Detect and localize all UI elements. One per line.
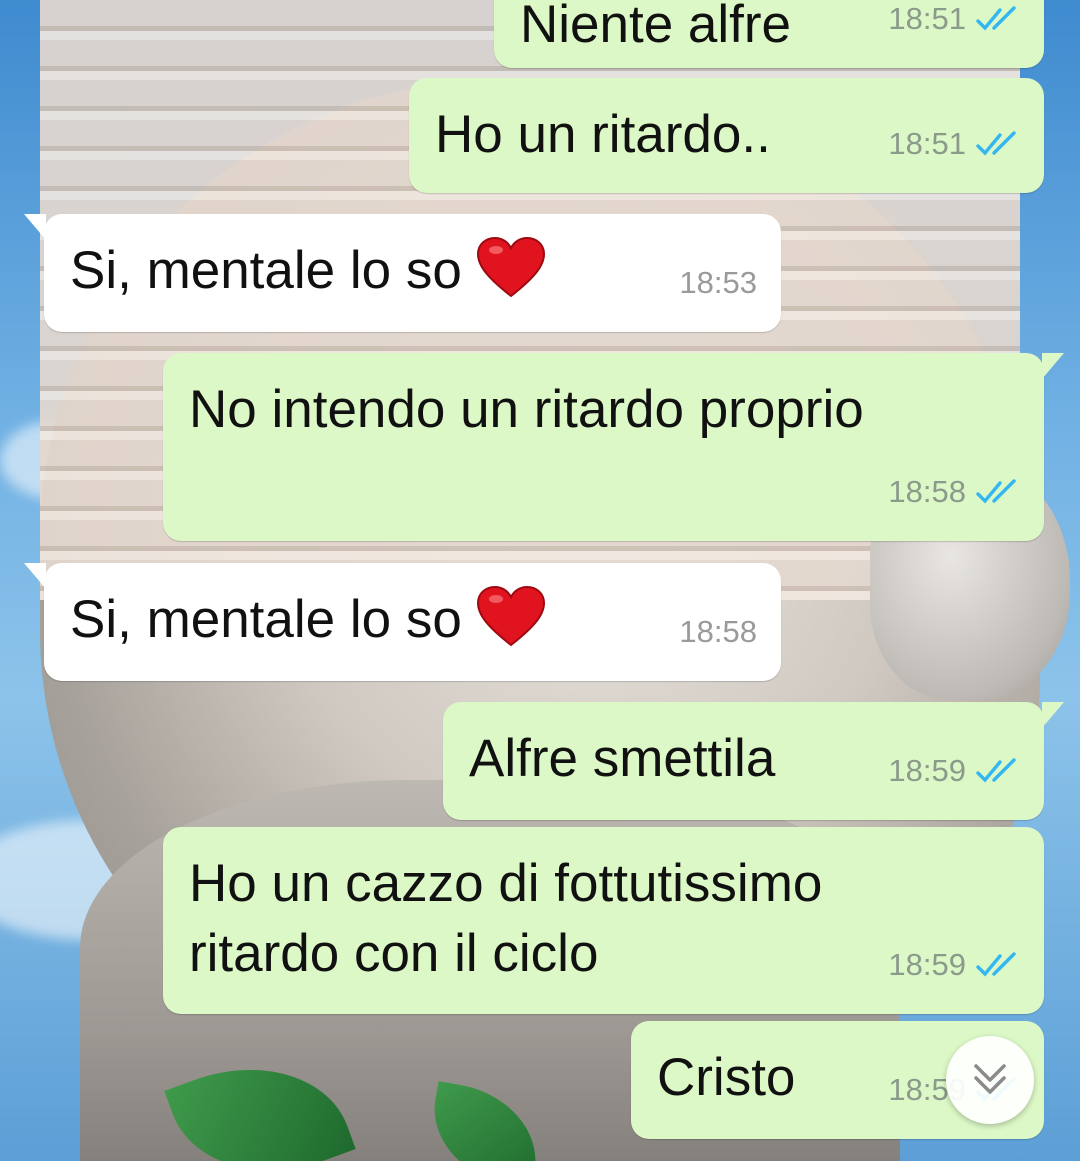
double-check-icon <box>976 6 1016 31</box>
message-incoming[interactable]: Si, mentale lo so 18:58 <box>24 563 781 681</box>
message-outgoing[interactable]: Alfre smettila 18:59 <box>443 702 1064 820</box>
message-text: No intendo un ritardo proprio <box>189 380 864 439</box>
message-outgoing[interactable]: Ho un ritardo.. 18:51 <box>409 78 1044 193</box>
message-incoming[interactable]: Si, mentale lo so 18:53 <box>24 214 781 332</box>
double-check-icon <box>976 952 1016 977</box>
chat-message-list[interactable]: Niente alfre 18:51 Ho un ritardo.. 18:51… <box>0 0 1080 1161</box>
message-text-content: Si, mentale lo so <box>70 590 462 649</box>
message-outgoing[interactable]: Ho un cazzo di fottutissimo ritardo con … <box>163 827 1044 1014</box>
message-time: 18:58 <box>679 614 757 649</box>
message-meta: 18:58 <box>888 457 1020 527</box>
double-check-icon <box>976 479 1016 504</box>
message-time: 18:51 <box>888 126 966 161</box>
message-text-content: Si, mentale lo so <box>70 241 462 300</box>
double-check-icon <box>976 131 1016 156</box>
red-heart-icon <box>476 236 545 298</box>
message-text: Si, mentale lo so <box>70 236 755 306</box>
message-text: Si, mentale lo so <box>70 585 755 655</box>
message-time: 18:59 <box>888 753 966 788</box>
message-meta: 18:59 <box>888 736 1020 806</box>
scroll-to-bottom-button[interactable] <box>946 1036 1034 1124</box>
chevron-double-down-icon <box>974 1064 1006 1094</box>
red-heart-icon <box>476 585 545 647</box>
message-outgoing[interactable]: Niente alfre 18:51 <box>494 0 1044 68</box>
message-meta: 18:51 <box>888 109 1020 179</box>
message-time: 18:53 <box>679 265 757 300</box>
message-meta: 18:58 <box>679 597 757 667</box>
message-meta: 18:53 <box>679 248 757 318</box>
message-time: 18:58 <box>888 474 966 509</box>
message-meta: 18:51 <box>888 0 1020 54</box>
message-outgoing[interactable]: No intendo un ritardo proprio 18:58 <box>163 353 1064 541</box>
message-time: 18:59 <box>888 947 966 982</box>
message-meta: 18:59 <box>888 930 1020 1000</box>
message-time: 18:51 <box>888 1 966 36</box>
double-check-icon <box>976 758 1016 783</box>
